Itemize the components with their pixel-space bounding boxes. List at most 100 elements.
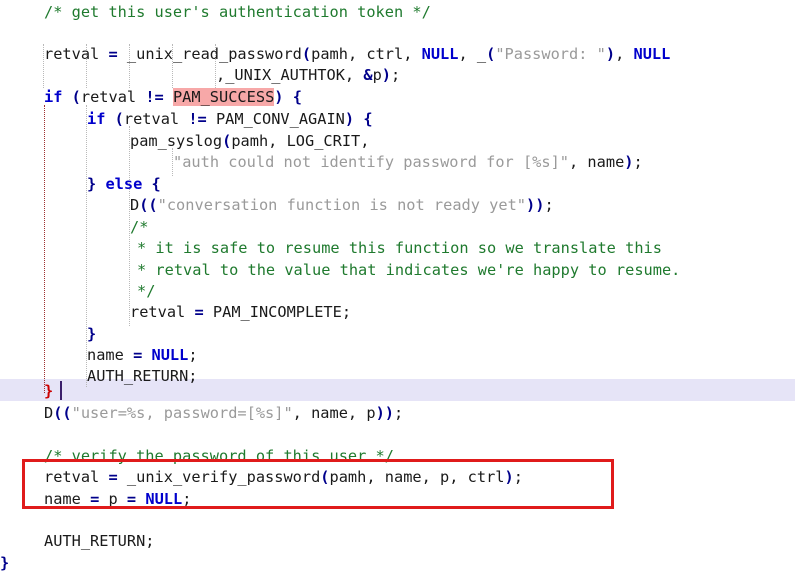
code-token-plain: , name, p <box>292 404 376 422</box>
code-token-punc: ) <box>344 110 355 128</box>
code-line[interactable]: * it is safe to resume this function so … <box>137 238 662 260</box>
code-token-plain: , name <box>569 153 625 171</box>
code-token-plain: retval <box>44 45 109 63</box>
code-line[interactable]: if (retval != PAM_SUCCESS) { <box>44 87 302 109</box>
code-token-plain: ; <box>391 66 401 84</box>
code-token-brace: } <box>44 382 54 400</box>
code-token-plain: D <box>44 404 54 422</box>
code-token-kw: if <box>44 88 63 106</box>
code-token-com: /* <box>130 218 149 236</box>
code-token-op: = <box>108 45 118 63</box>
code-token-plain: pamh, name, p, ctrl <box>329 468 505 486</box>
code-token-plain: ; <box>393 404 404 422</box>
code-text-layer[interactable]: /* get this user's authentication token … <box>0 0 795 578</box>
code-token-str: "Password: " <box>495 45 606 63</box>
code-token-com: /* get this user's authentication token … <box>44 3 431 21</box>
code-token-punc: ) <box>624 153 634 171</box>
code-line[interactable]: } <box>0 553 9 575</box>
code-token-plain: retval <box>44 468 109 486</box>
code-token-kw: NULL <box>633 45 671 63</box>
code-line[interactable]: /* <box>130 217 148 239</box>
code-line[interactable]: D(("user=%s, password=[%s]", name, p)); <box>44 403 403 425</box>
code-token-kw: NULL <box>151 346 189 364</box>
code-token-plain: name <box>44 490 91 508</box>
code-line[interactable]: name = NULL; <box>87 345 198 367</box>
code-token-punc: ( <box>486 45 496 63</box>
code-token-plain: AUTH_RETURN; <box>87 367 198 385</box>
code-token-com: /* verify the password of this user */ <box>44 447 394 465</box>
code-token-plain: ; <box>544 196 554 214</box>
code-token-plain: retval <box>123 110 189 128</box>
code-line[interactable] <box>44 23 53 45</box>
code-token-plain: ,_UNIX_AUTHTOK, <box>216 66 364 84</box>
code-token-kw: else <box>105 175 143 193</box>
code-token-kw: if <box>87 110 106 128</box>
code-token-op: = <box>90 490 100 508</box>
code-token-plain: pam_syslog <box>130 132 223 150</box>
code-line[interactable]: pam_syslog(pamh, LOG_CRIT, <box>130 131 369 153</box>
code-token-punc: (( <box>53 404 72 422</box>
code-line[interactable]: retval = _unix_verify_password(pamh, nam… <box>44 467 523 489</box>
code-line[interactable]: name = p = NULL; <box>44 489 191 511</box>
code-editor-view[interactable]: /* get this user's authentication token … <box>0 0 795 578</box>
code-token-punc: ( <box>222 132 232 150</box>
code-token-plain: retval <box>80 88 146 106</box>
code-token-str: "user=%s, password=[%s]" <box>71 404 293 422</box>
code-line[interactable]: /* verify the password of this user */ <box>44 446 394 468</box>
code-token-punc: ( <box>301 45 312 63</box>
code-token-op: != <box>145 88 164 106</box>
code-line[interactable] <box>44 510 53 532</box>
code-token-punc: } <box>87 325 97 343</box>
code-token-punc: ) <box>605 45 616 63</box>
code-token-plain: retval <box>130 303 195 321</box>
code-token-plain: name <box>87 346 134 364</box>
code-line[interactable]: ,_UNIX_AUTHTOK, &p); <box>216 65 400 87</box>
code-token-plain: _unix_read_password <box>117 45 302 63</box>
code-token-plain: AUTH_RETURN; <box>44 532 155 550</box>
code-line[interactable]: AUTH_RETURN; <box>87 366 198 388</box>
code-token-plain: pamh, ctrl, <box>311 45 422 63</box>
code-token-punc: (( <box>139 196 158 214</box>
code-token-punc: { <box>363 110 373 128</box>
code-token-com: */ <box>137 282 156 300</box>
code-line[interactable]: D(("conversation function is not ready y… <box>130 195 554 217</box>
code-line[interactable]: } else { <box>87 174 161 196</box>
code-line[interactable]: "auth could not identify password for [%… <box>173 152 643 174</box>
code-token-plain: p <box>99 490 127 508</box>
code-line[interactable] <box>44 424 53 446</box>
code-token-punc: } <box>0 554 10 572</box>
code-token-punc: ) <box>381 66 392 84</box>
code-token-plain: PAM_CONV_AGAIN <box>206 110 345 128</box>
code-token-plain: p <box>372 66 382 84</box>
code-token-plain: ; <box>513 468 523 486</box>
code-token-punc: )) <box>526 196 545 214</box>
code-line[interactable]: if (retval != PAM_CONV_AGAIN) { <box>87 109 373 131</box>
code-token-op: = <box>133 346 143 364</box>
code-token-punc: { <box>151 175 161 193</box>
code-token-str: "conversation function is not ready yet" <box>157 196 527 214</box>
code-line[interactable]: retval = PAM_INCOMPLETE; <box>130 302 351 324</box>
code-token-plain: ; <box>182 490 192 508</box>
code-token-op: & <box>363 66 373 84</box>
code-token-str: "auth could not identify password for [%… <box>173 153 570 171</box>
code-line[interactable]: */ <box>137 281 155 303</box>
code-token-punc: )) <box>375 404 394 422</box>
code-line[interactable]: } <box>44 381 53 403</box>
code-token-kw: NULL <box>421 45 459 63</box>
code-line[interactable]: retval = _unix_read_password(pamh, ctrl,… <box>44 44 670 66</box>
code-token-punc: ( <box>114 110 124 128</box>
code-token-com: * retval to the value that indicates we'… <box>137 261 681 279</box>
code-line[interactable]: * retval to the value that indicates we'… <box>137 260 680 282</box>
code-token-plain: PAM_INCOMPLETE; <box>203 303 352 321</box>
code-line[interactable]: } <box>87 324 96 346</box>
code-line[interactable]: /* get this user's authentication token … <box>44 2 431 24</box>
code-token-punc: ) <box>504 468 514 486</box>
code-line[interactable]: AUTH_RETURN; <box>44 531 155 553</box>
code-token-punc: { <box>292 88 302 106</box>
